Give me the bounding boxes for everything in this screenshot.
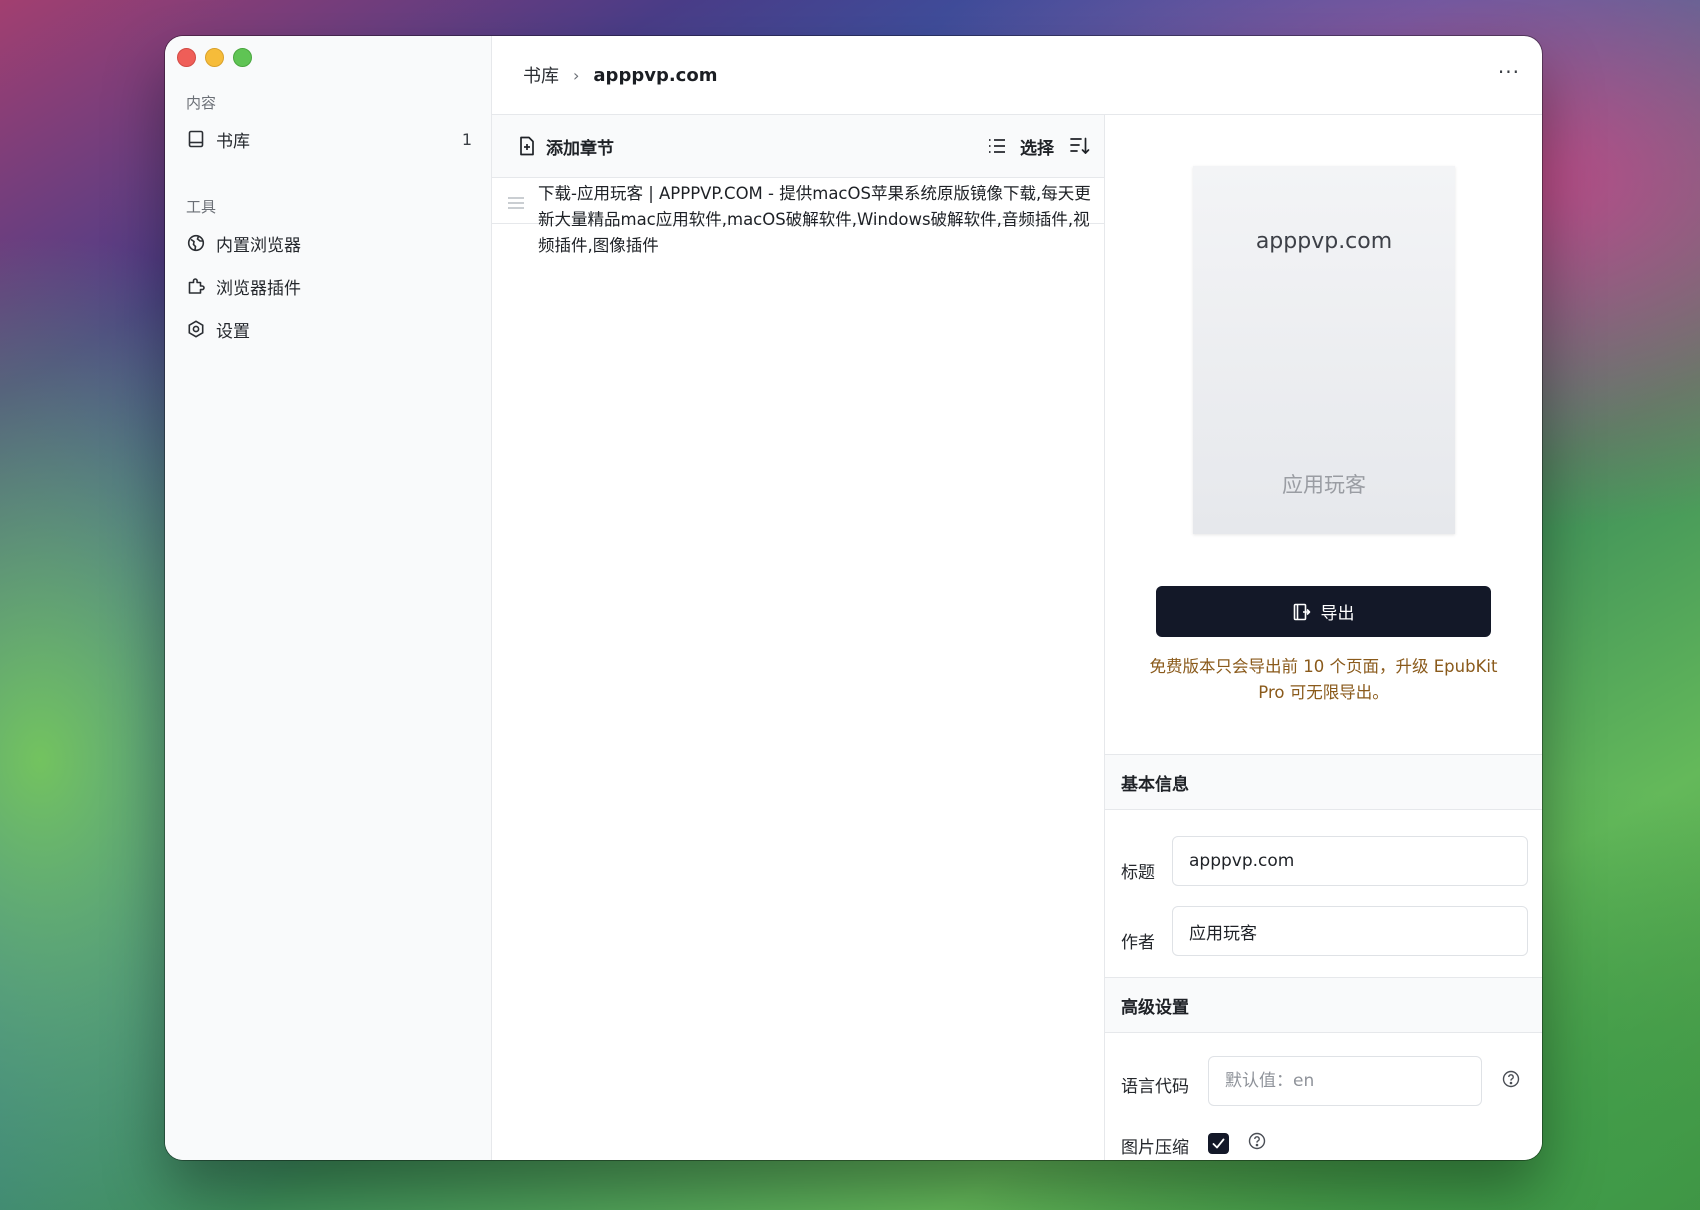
chapter-panel: 添加章节 选择 下载-应用玩客 | APPPVP.COM - 提供macOS苹果… [492,115,1105,1160]
author-label: 作者 [1121,933,1155,953]
chapter-toolbar: 添加章节 选择 [492,115,1104,178]
sidebar-item-library[interactable]: 书库 1 [186,122,476,156]
add-chapter-button[interactable]: 添加章节 [518,134,614,159]
export-icon [1293,603,1311,621]
file-plus-icon [518,136,536,156]
settings-icon [186,319,206,339]
language-code-label: 语言代码 [1121,1077,1189,1097]
help-icon[interactable] [1502,1070,1520,1088]
globe-icon [186,233,206,253]
sidebar-section-tools: 工具 [186,198,217,216]
sidebar-item-label: 设置 [216,321,250,342]
breadcrumb-library-link[interactable]: 书库 [523,62,559,88]
select-label: 选择 [1020,138,1054,159]
author-input[interactable] [1172,906,1528,956]
drag-handle-icon[interactable] [508,194,524,213]
more-options-icon[interactable]: ··· [1498,60,1520,84]
image-compression-label: 图片压缩 [1121,1138,1189,1158]
cover-title: apppvp.com [1255,229,1393,254]
app-window: 内容 书库 1 工具 内置浏览器 浏览器插件 设置 书库 › apppvp.co… [165,36,1542,1160]
sidebar-item-settings[interactable]: 设置 [186,312,476,346]
book-detail-panel: apppvp.com 应用玩客 导出 免费版本只会导出前 10 个页面，升级 E… [1105,115,1542,1160]
select-button[interactable]: 选择 [988,134,1054,159]
sidebar-item-extension[interactable]: 浏览器插件 [186,269,476,303]
sidebar-item-browser[interactable]: 内置浏览器 [186,226,476,260]
advanced-settings-heading: 高级设置 [1105,977,1542,1033]
window-controls [177,48,252,67]
basic-info-heading: 基本信息 [1105,754,1542,810]
breadcrumb-current: apppvp.com [593,64,718,86]
chapter-title: 下载-应用玩客 | APPPVP.COM - 提供macOS苹果系统原版镜像下载… [538,184,1091,255]
list-icon [988,138,1006,154]
title-input[interactable] [1172,836,1528,886]
cover-author: 应用玩客 [1282,473,1366,497]
image-compression-checkbox[interactable] [1208,1133,1229,1154]
minimize-window-button[interactable] [205,48,224,67]
chapter-row[interactable]: 下载-应用玩客 | APPPVP.COM - 提供macOS苹果系统原版镜像下载… [492,178,1104,255]
sidebar-item-label: 浏览器插件 [216,278,301,299]
chevron-right-icon: › [573,65,580,85]
title-label: 标题 [1121,863,1155,883]
sidebar-item-label: 书库 [216,131,250,152]
sort-button[interactable] [1070,137,1090,155]
close-window-button[interactable] [177,48,196,67]
book-icon [186,129,206,149]
export-label: 导出 [1320,604,1355,624]
sidebar-section-content: 内容 [186,94,217,112]
sort-icon [1070,137,1090,155]
puzzle-icon [186,276,206,296]
free-version-notice: 免费版本只会导出前 10 个页面，升级 EpubKit Pro 可无限导出。 [1149,657,1498,702]
library-count-badge: 1 [461,129,472,149]
zoom-window-button[interactable] [233,48,252,67]
sidebar: 内容 书库 1 工具 内置浏览器 浏览器插件 设置 [165,36,492,1160]
export-button[interactable]: 导出 [1156,586,1491,637]
help-icon[interactable] [1248,1132,1266,1150]
book-cover: apppvp.com 应用玩客 [1193,166,1455,534]
main-area: 书库 › apppvp.com ··· 添加章节 选择 下载-应用玩客 | AP… [492,36,1542,1160]
checkmark-icon [1212,1138,1225,1149]
language-code-input[interactable] [1208,1056,1482,1106]
top-bar: 书库 › apppvp.com ··· [492,36,1542,115]
add-chapter-label: 添加章节 [546,138,614,159]
sidebar-item-label: 内置浏览器 [216,235,301,256]
